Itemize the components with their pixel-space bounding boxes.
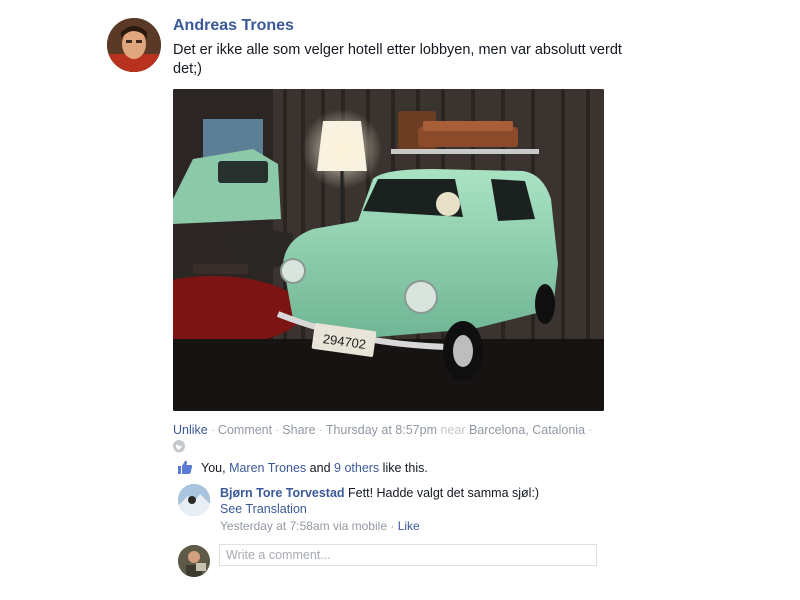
comment-link[interactable]: Comment bbox=[218, 423, 272, 437]
author-name[interactable]: Andreas Trones bbox=[173, 17, 294, 35]
current-user-avatar bbox=[178, 545, 210, 577]
globe-icon[interactable] bbox=[173, 440, 185, 453]
see-translation-link[interactable]: See Translation bbox=[220, 502, 307, 516]
separator: · bbox=[275, 423, 280, 437]
separator: · bbox=[318, 423, 323, 437]
post-timestamp[interactable]: Thursday at 8:57pm bbox=[326, 423, 437, 437]
post-text: Det er ikke alle som velger hotell etter… bbox=[173, 42, 622, 77]
comment-meta: Yesterday at 7:58am via mobile · Like bbox=[220, 518, 420, 534]
separator: · bbox=[588, 423, 593, 437]
post-location[interactable]: Barcelona, Catalonia bbox=[469, 423, 585, 437]
near-label: near bbox=[440, 423, 466, 437]
thumbs-up-icon bbox=[177, 459, 193, 479]
commenter-name[interactable]: Bjørn Tore Torvestad bbox=[220, 486, 345, 500]
separator: · bbox=[210, 423, 215, 437]
share-link[interactable]: Share bbox=[282, 423, 315, 437]
likes-and: and bbox=[309, 461, 331, 475]
comment-timestamp[interactable]: Yesterday at 7:58am via mobile bbox=[220, 519, 387, 533]
likes-prefix: You, bbox=[201, 461, 226, 475]
comment-body: Bjørn Tore Torvestad Fett! Hadde valgt d… bbox=[220, 485, 539, 501]
post-actions: Unlike · Comment · Share · Thursday at 8:57pm … bbox=[173, 422, 613, 438]
likes-summary: You, Maren Trones and 9 others like this… bbox=[177, 459, 428, 479]
liker-link[interactable]: Maren Trones bbox=[229, 461, 306, 475]
comment-like-link[interactable]: Like bbox=[398, 519, 420, 533]
comment-text: Fett! Hadde valgt det samma sjøl:) bbox=[348, 486, 540, 500]
commenter-avatar[interactable] bbox=[178, 484, 210, 516]
others-link[interactable]: 9 others bbox=[334, 461, 379, 475]
unlike-link[interactable]: Unlike bbox=[173, 423, 208, 437]
separator: · bbox=[390, 519, 395, 533]
comment-input[interactable] bbox=[219, 544, 597, 566]
likes-suffix: like this. bbox=[382, 461, 428, 475]
author-avatar[interactable] bbox=[107, 18, 161, 72]
post-photo[interactable]: 294702 bbox=[173, 89, 604, 411]
